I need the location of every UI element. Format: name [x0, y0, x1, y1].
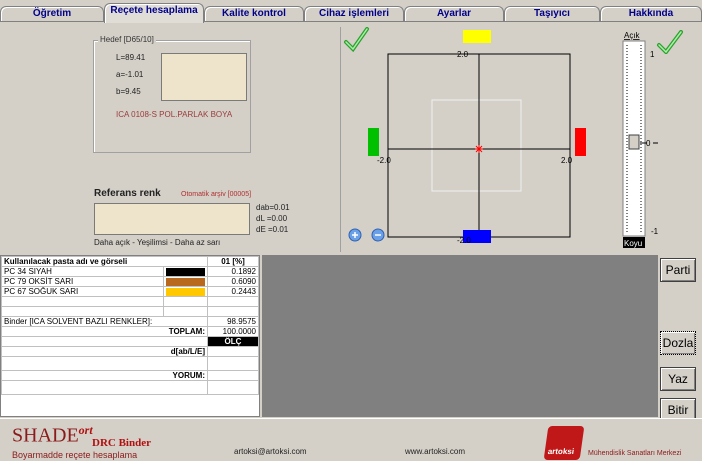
tab-tasiyici[interactable]: Taşıyıcı: [504, 6, 600, 22]
reference-archive: Otomatik arşiv [00005]: [181, 191, 252, 198]
pigment-name: PC 34 SIYAH: [1, 266, 164, 277]
target-a-value: a=-1.01: [116, 70, 144, 79]
footer-website: www.artoksi.com: [405, 447, 466, 456]
tab-kalite-kontrol[interactable]: Kalite kontrol: [204, 6, 304, 22]
lightness-slider-thumb[interactable]: [628, 134, 640, 150]
logo-sup: ort: [78, 423, 93, 437]
pigment-color: [166, 267, 205, 276]
tab-ogretim[interactable]: Öğretim: [0, 6, 104, 22]
measurement-marker: [475, 145, 483, 153]
green-marker: [368, 128, 379, 156]
yaz-button[interactable]: Yaz: [660, 367, 696, 391]
comment-spacer-row: [1, 356, 259, 371]
recipe-table-panel: Kullanılacak pasta adı ve görseli 01 [%]…: [0, 255, 260, 417]
check-icon-left: [344, 27, 369, 53]
check-icon-right: [657, 30, 683, 54]
tick-bottom: -2.0: [457, 236, 471, 245]
target-color-group: Hedef [D65/10] L=89.41 a=-1.01 b=9.45 IC…: [93, 35, 251, 153]
header-pct: 01 [%]: [207, 256, 259, 267]
footer-email: artoksi@artoksi.com: [234, 447, 307, 456]
pigment-swatch: [163, 286, 208, 297]
binder-row: Binder [ICA SOLVENT BAZLI RENKLER]: 98.9…: [1, 316, 259, 327]
tick-top: 2.0: [457, 50, 469, 59]
scale-bottom: -1: [651, 227, 658, 236]
color-difference-plot: 2.0 -2.0 2.0 -2.0 Açık 1 0 -1 Koyu: [340, 27, 659, 252]
tab-cihaz-islemleri[interactable]: Cihaz işlemleri: [304, 6, 404, 22]
tick-left: -2.0: [377, 156, 391, 165]
artoksi-logo-text: artoksi: [547, 447, 575, 456]
pigment-name: PC 67 SOĞUK SARI: [1, 286, 164, 297]
reference-title: Referans renk: [94, 188, 161, 199]
comment-spacer-row: [1, 380, 259, 395]
table-row: [1, 306, 259, 317]
pigment-color: [166, 287, 205, 296]
measure-button[interactable]: ÖLÇ: [207, 336, 259, 347]
target-name: ICA 0108-S POL.PARLAK BOYA: [116, 110, 233, 119]
scale-top: 1: [650, 50, 655, 59]
tab-hakkinda[interactable]: Hakkında: [600, 6, 702, 22]
product-name: DRC Binder: [92, 437, 151, 449]
total-row: TOPLAM: 100.0000: [1, 326, 259, 337]
pigment-name: PC 79 OKSİT SARI: [1, 276, 164, 287]
target-legend: Hedef [D65/10]: [98, 35, 156, 44]
comment-row: YORUM:: [1, 370, 259, 381]
target-b-value: b=9.45: [116, 87, 141, 96]
table-row[interactable]: PC 67 SOĞUK SARI 0.2443: [1, 286, 259, 297]
lightness-bottom-label: Koyu: [624, 239, 642, 248]
table-row[interactable]: PC 79 OKSİT SARI 0.6090: [1, 276, 259, 287]
measure-row: ÖLÇ: [1, 336, 259, 347]
binder-label: Binder [ICA SOLVENT BAZLI RENKLER]:: [1, 316, 208, 327]
header-name: Kullanılacak pasta adı ve görseli: [1, 256, 208, 267]
reference-dab: dab=0.01: [256, 203, 290, 212]
binder-value: 98.9575: [207, 316, 259, 327]
reference-hint: Daha açık - Yeşilimsi - Daha az sarı: [94, 238, 221, 247]
tab-bar: Öğretim Reçete hesaplama Kalite kontrol …: [0, 0, 702, 23]
red-marker: [575, 128, 586, 156]
dlab-value: [207, 346, 259, 357]
footer: SHADEort DRC Binder Boyarmadde reçete he…: [0, 418, 702, 461]
product-subtitle: Boyarmadde reçete hesaplama: [12, 450, 138, 460]
recipe-results-area: [262, 255, 658, 417]
total-value: 100.0000: [207, 326, 259, 337]
pigment-value: 0.2443: [207, 286, 259, 297]
yellow-marker: [463, 30, 491, 43]
table-row: [1, 296, 259, 307]
zoom-out-icon[interactable]: [371, 228, 385, 242]
pigment-color: [166, 277, 205, 286]
recipe-table: Kullanılacak pasta adı ve görseli 01 [%]…: [1, 256, 259, 395]
plot-inner-square: [431, 99, 522, 192]
dlab-row: d[ab/L/E]: [1, 346, 259, 357]
pigment-swatch: [163, 276, 208, 287]
tab-recete-hesaplama[interactable]: Reçete hesaplama: [104, 3, 204, 23]
reference-dl: dL =0.00: [256, 214, 288, 223]
pigment-swatch: [163, 266, 208, 277]
reference-swatch: [94, 203, 250, 235]
logo-main: SHADE: [12, 424, 79, 447]
lightness-top-label: Açık: [624, 31, 641, 40]
pigment-value: 0.6090: [207, 276, 259, 287]
table-row[interactable]: PC 34 SIYAH 0.1892: [1, 266, 259, 277]
target-swatch: [161, 53, 247, 101]
artoksi-logo: artoksi: [543, 426, 585, 460]
parti-button[interactable]: Parti: [660, 258, 696, 282]
comment-label: YORUM:: [1, 370, 208, 381]
reference-color-section: Referans renk Otomatik arşiv [00005] dab…: [93, 187, 333, 247]
tab-ayarlar[interactable]: Ayarlar: [404, 6, 504, 22]
company-name: Mühendislik Sanatları Merkezi: [588, 450, 682, 457]
comment-value[interactable]: [207, 370, 259, 381]
zoom-in-icon[interactable]: [348, 228, 362, 242]
recipe-header-row: Kullanılacak pasta adı ve görseli 01 [%]: [1, 256, 259, 267]
ab-plot-svg: 2.0 -2.0 2.0 -2.0 Açık 1 0 -1 Koyu: [344, 27, 659, 248]
dozla-button[interactable]: Dozla: [660, 331, 696, 355]
reference-de: dE =0.01: [256, 225, 289, 234]
dlab-label: d[ab/L/E]: [1, 346, 208, 357]
shadeort-logo: SHADEort: [12, 423, 93, 448]
total-label: TOPLAM:: [1, 326, 208, 337]
tick-right: 2.0: [561, 156, 573, 165]
target-l-value: L=89.41: [116, 53, 146, 62]
pigment-value: 0.1892: [207, 266, 259, 277]
